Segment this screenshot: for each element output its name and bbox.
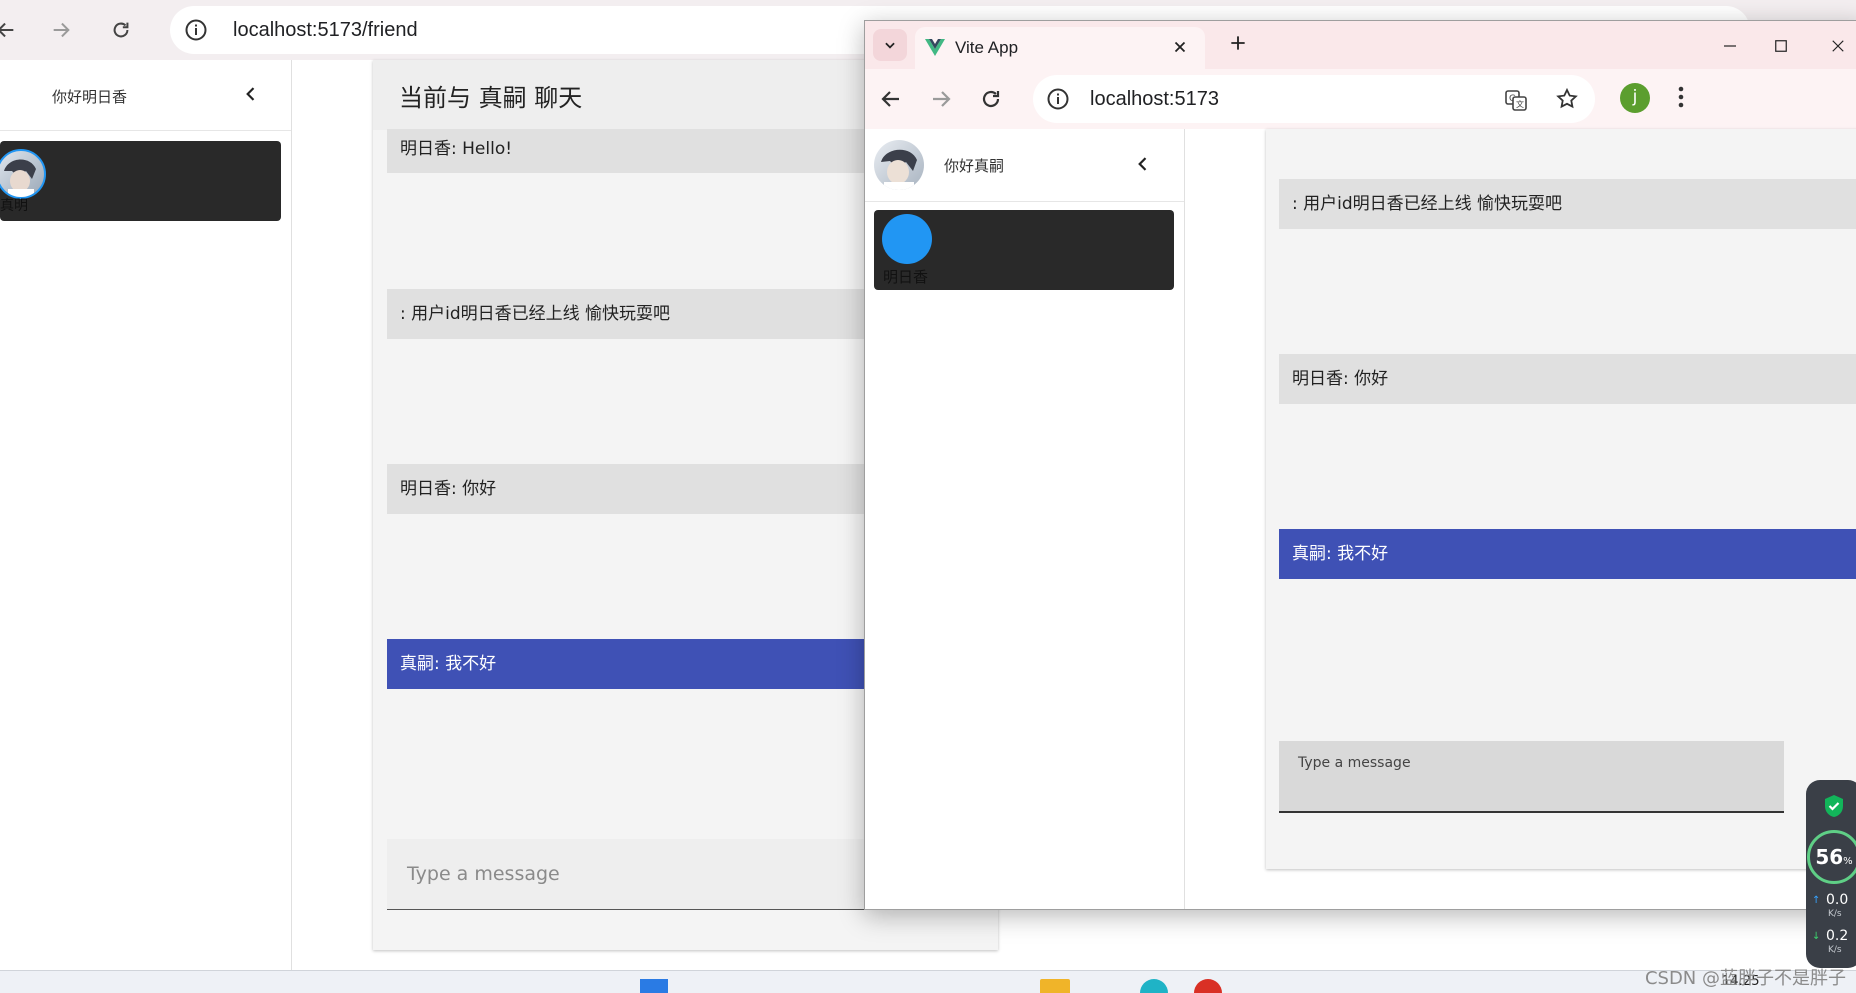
message-input[interactable]: Type a message xyxy=(1279,741,1784,813)
url-text: localhost:5173 xyxy=(1090,88,1219,110)
upload-unit: K/s xyxy=(1828,909,1842,919)
friend-name: 明日香 xyxy=(883,268,929,286)
download-arrow-icon: ↓ xyxy=(1812,931,1821,942)
tab-strip: Vite App xyxy=(865,21,1856,69)
collapse-chevron-icon[interactable] xyxy=(1133,154,1153,178)
start-menu-icon[interactable] xyxy=(640,979,668,993)
file-explorer-icon[interactable] xyxy=(1040,979,1070,993)
message-bubble: 明日香: 你好 xyxy=(1279,354,1856,404)
bookmark-star-icon[interactable] xyxy=(1555,87,1579,115)
close-window-icon[interactable] xyxy=(1829,37,1847,59)
vite-app-window: Vite App localhost:5173 文 j 你好真嗣 明日香: 用… xyxy=(864,20,1856,910)
forward-button[interactable] xyxy=(41,10,81,50)
tab-search-button[interactable] xyxy=(873,29,907,61)
memory-percent: 56 xyxy=(1815,845,1844,869)
translate-icon[interactable]: G文 xyxy=(1504,88,1528,116)
network-speed-widget[interactable]: 56% ↑ 0.0 K/s ↓ 0.2 K/s xyxy=(1806,780,1856,968)
new-tab-icon[interactable] xyxy=(1228,33,1248,57)
collapse-chevron-icon[interactable] xyxy=(241,84,261,108)
reload-icon xyxy=(113,22,129,38)
friends-sidebar: 你好真嗣 明日香 xyxy=(865,129,1185,909)
avatar xyxy=(882,214,932,264)
avatar xyxy=(874,140,924,190)
reload-icon[interactable] xyxy=(979,87,1003,115)
shield-check-icon xyxy=(1823,794,1845,822)
svg-text:文: 文 xyxy=(1516,99,1524,109)
reload-button[interactable] xyxy=(101,10,141,50)
site-info-icon[interactable] xyxy=(1046,87,1070,115)
message-bubble: : 用户id明日香已经上线 愉快玩耍吧 xyxy=(1279,179,1856,229)
tab-title: Vite App xyxy=(955,38,1019,57)
windows-taskbar: 14:25 xyxy=(0,970,1856,993)
message-bubble-sent: 真嗣: 我不好 xyxy=(1279,529,1856,579)
sidebar-header: 你好明日香 xyxy=(0,60,291,131)
avatar xyxy=(0,149,46,199)
download-speed: 0.2 xyxy=(1826,928,1849,944)
url-text: localhost:5173/friend xyxy=(233,19,418,41)
friend-list-item[interactable]: 真明 xyxy=(0,141,281,221)
edge-icon[interactable] xyxy=(1140,979,1168,993)
profile-avatar[interactable]: j xyxy=(1620,83,1650,113)
kebab-menu-icon[interactable] xyxy=(1677,85,1685,113)
memory-gauge: 56% xyxy=(1807,830,1856,884)
input-placeholder: Type a message xyxy=(1298,755,1411,771)
input-placeholder: Type a message xyxy=(407,863,560,885)
vite-browser-toolbar: localhost:5173 G文 j xyxy=(865,69,1856,129)
percent-unit: % xyxy=(1843,856,1853,867)
upload-arrow-icon: ↑ xyxy=(1812,895,1821,906)
address-bar[interactable]: localhost:5173 G文 xyxy=(1033,75,1595,123)
site-info-icon[interactable] xyxy=(184,18,208,46)
minimize-icon[interactable] xyxy=(1721,37,1739,59)
back-button[interactable] xyxy=(0,10,26,50)
watermark-text: CSDN @蓝胖子不是胖子 xyxy=(1644,968,1846,989)
friend-list-item[interactable]: 明日香 xyxy=(874,210,1174,290)
greeting-text: 你好真嗣 xyxy=(944,157,1005,175)
sidebar-header: 你好真嗣 xyxy=(865,129,1184,202)
friends-sidebar: 你好明日香 真明 xyxy=(0,60,292,970)
upload-speed: 0.0 xyxy=(1826,892,1849,908)
download-unit: K/s xyxy=(1828,945,1842,955)
chat-panel: : 用户id明日香已经上线 愉快玩耍吧 明日香: 你好 真嗣: 我不好 Type… xyxy=(1266,129,1856,869)
forward-arrow-icon[interactable] xyxy=(929,87,953,115)
vue-logo-icon xyxy=(925,39,945,60)
friend-name: 真明 xyxy=(0,198,28,214)
close-tab-icon[interactable] xyxy=(1171,38,1189,60)
maximize-icon[interactable] xyxy=(1772,37,1790,59)
browser-tab[interactable]: Vite App xyxy=(915,27,1205,69)
chevron-down-icon xyxy=(885,42,895,49)
back-arrow-icon[interactable] xyxy=(879,87,903,115)
chrome-icon[interactable] xyxy=(1194,979,1222,993)
chat-title: 当前与 真嗣 聊天 xyxy=(399,84,583,112)
back-arrow-icon xyxy=(0,22,14,38)
forward-arrow-icon xyxy=(53,22,70,38)
greeting-text: 你好明日香 xyxy=(52,88,128,106)
